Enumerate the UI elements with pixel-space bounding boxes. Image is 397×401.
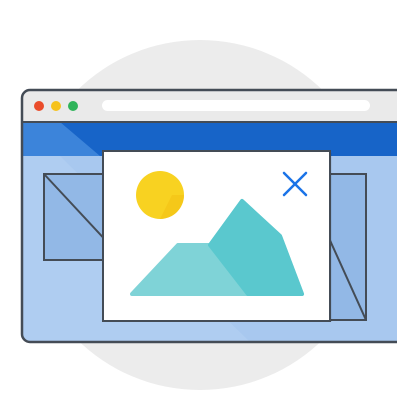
popup-modal [102,150,332,322]
close-icon[interactable] [278,167,312,201]
window-maximize-dot [68,101,78,111]
address-bar [102,100,370,111]
popup-modal-illustration [20,40,397,390]
window-minimize-dot [51,101,61,111]
window-close-dot [34,101,44,111]
